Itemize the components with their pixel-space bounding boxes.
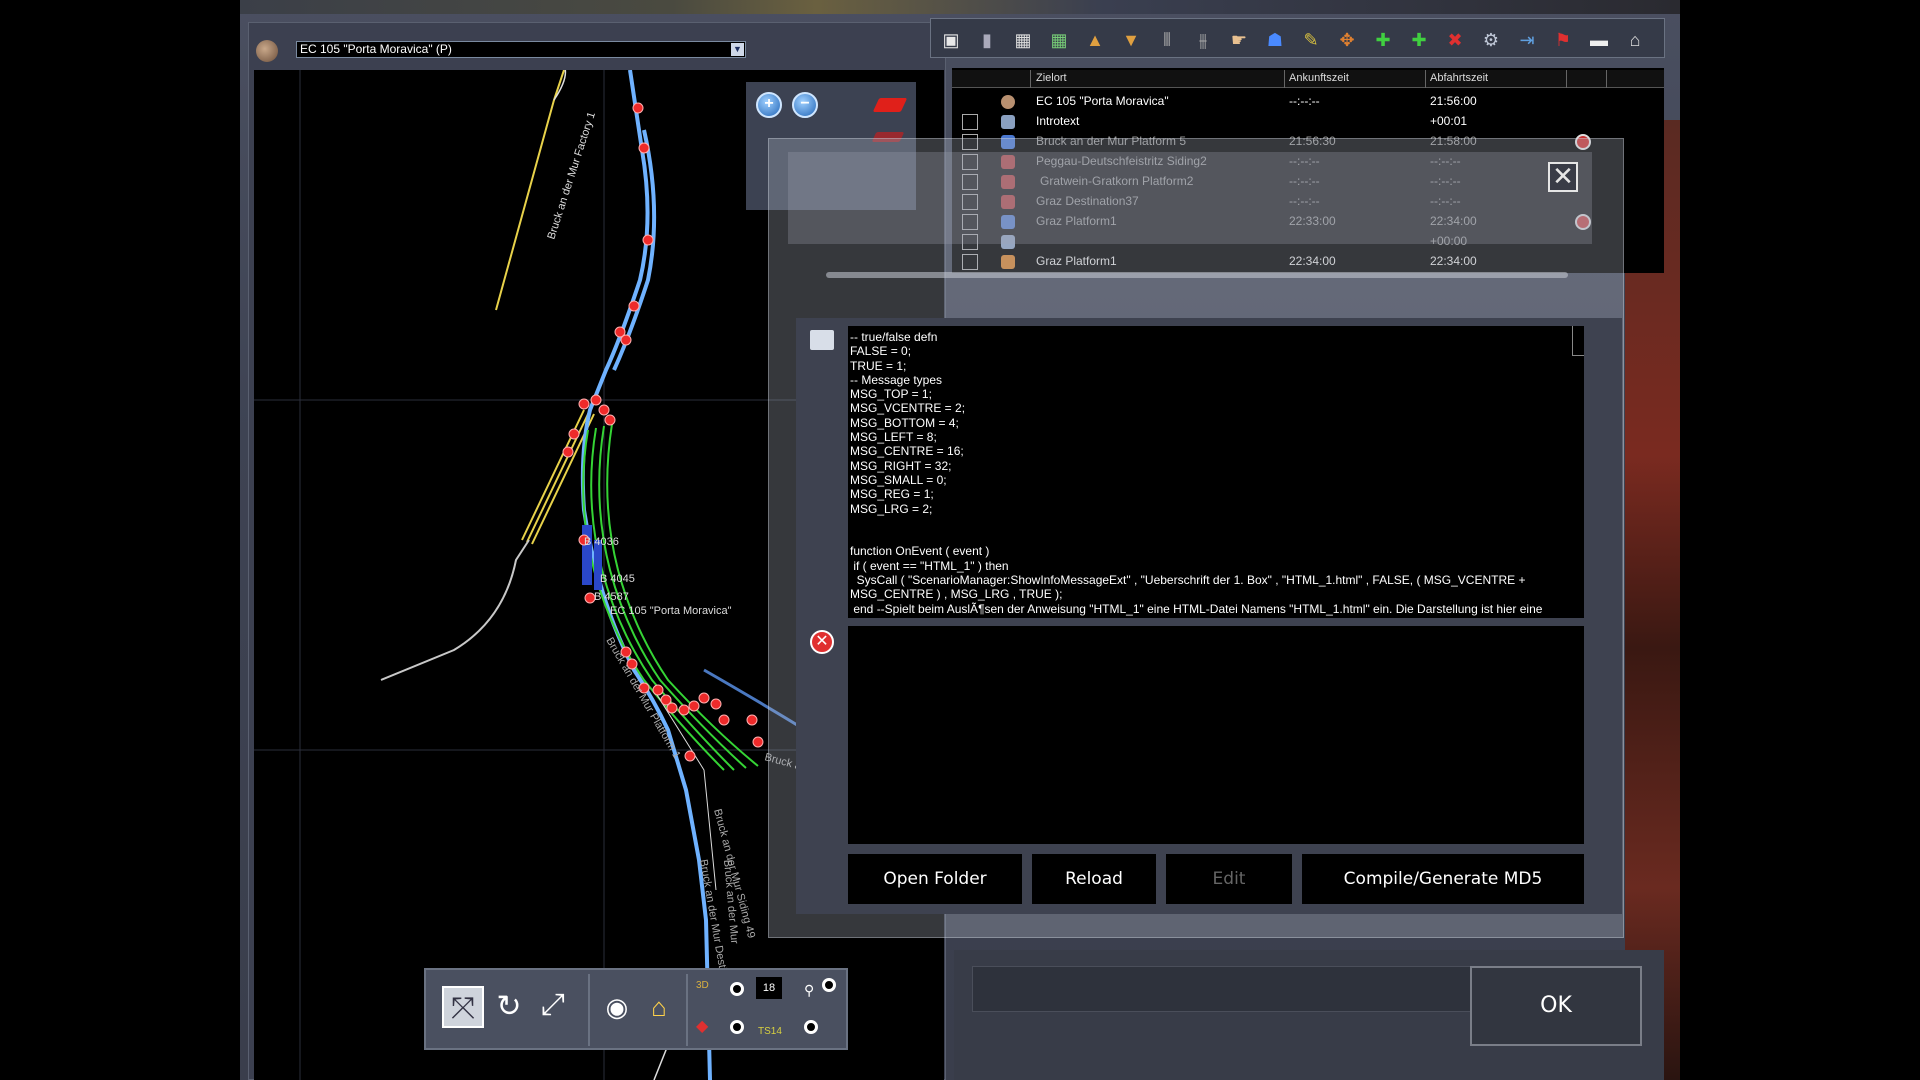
toolbar-divider: [588, 974, 590, 1046]
table-row[interactable]: EC 105 "Porta Moravica" --:--:-- 21:56:0…: [952, 92, 1664, 111]
train-icon[interactable]: ⌂: [1623, 28, 1647, 52]
open-folder-button[interactable]: Open Folder: [848, 854, 1022, 904]
add-icon[interactable]: ✚: [1407, 28, 1431, 52]
code-editor[interactable]: -- true/false defn FALSE = 0; TRUE = 1; …: [848, 326, 1584, 618]
header-destination[interactable]: Zielort: [1036, 72, 1067, 84]
ok-button[interactable]: OK: [1470, 966, 1642, 1046]
row-destination: EC 105 "Porta Moravica": [1036, 94, 1169, 108]
train-select[interactable]: EC 105 "Porta Moravica" (P) ▼: [296, 41, 746, 58]
save-icon[interactable]: ▣: [939, 28, 963, 52]
signal-icon: ◆: [696, 1018, 709, 1035]
editor-toolbar: ▣ ▮ ▦ ▦ ▲ ▼ ⫴ ⫵ ☛ ☗ ✎ ✥ ✚ ✚ ✖ ⚙ ⇥ ⚑ ▬ ⌂: [930, 18, 1665, 58]
map-label-train: EC 105 "Porta Moravica": [610, 605, 732, 617]
compile-button[interactable]: Compile/Generate MD5: [1302, 854, 1584, 904]
signals[interactable]: [562, 102, 764, 762]
radio-3d[interactable]: [730, 982, 744, 996]
timetable-scrollbar[interactable]: [826, 272, 1568, 278]
radio-other[interactable]: [804, 1020, 818, 1034]
hand-icon[interactable]: ☛: [1227, 28, 1251, 52]
header-divider: [1606, 70, 1607, 88]
background-right: [1680, 0, 1920, 1080]
header-divider: [1566, 70, 1567, 88]
toolbar-divider: [686, 974, 688, 1046]
lead-track: [380, 539, 530, 681]
header-divider: [1030, 70, 1031, 88]
header-divider: [1284, 70, 1285, 88]
globe-icon[interactable]: ◉: [596, 986, 638, 1028]
eraser-icon[interactable]: [872, 98, 908, 112]
fit-view-icon[interactable]: ⤧: [442, 986, 484, 1028]
add-destination-icon[interactable]: ✚: [1371, 28, 1395, 52]
zoom-out-icon[interactable]: −: [792, 92, 818, 118]
flag-icon[interactable]: ⚑: [1551, 28, 1575, 52]
background-left: [0, 0, 240, 1080]
train-selector-row: EC 105 "Porta Moravica" (P) ▼: [252, 36, 752, 66]
grid-icon[interactable]: ▦: [1011, 28, 1035, 52]
move-up-icon[interactable]: ▲: [1083, 28, 1107, 52]
rotate-icon[interactable]: ↻: [488, 986, 530, 1028]
trash-icon[interactable]: ▮: [975, 28, 999, 52]
ok-panel-inner: [972, 966, 1472, 1012]
resize-icon[interactable]: ⤢: [532, 984, 574, 1026]
move-down-icon[interactable]: ▼: [1119, 28, 1143, 52]
error-icon: ✕: [810, 630, 834, 654]
header-divider: [1425, 70, 1426, 88]
ts-label: TS14: [758, 1026, 782, 1037]
row-departure: +00:01: [1430, 114, 1468, 128]
map-label-b4045: B 4045: [600, 573, 635, 585]
row-destination: Introtext: [1036, 114, 1080, 128]
table-row[interactable]: Introtext +00:01: [952, 112, 1664, 131]
map-label-b4036: B 4036: [584, 536, 619, 548]
factory-track: [495, 70, 565, 311]
compile-output: [848, 626, 1584, 844]
script-icon: [1001, 115, 1015, 129]
map-label-b4587: B 4587: [594, 591, 629, 603]
row-departure: 21:56:00: [1430, 94, 1477, 108]
lock-icon: ⚲: [804, 982, 815, 998]
edit-button[interactable]: Edit: [1166, 854, 1292, 904]
chevron-down-icon[interactable]: ▼: [731, 43, 744, 56]
keyboard-icon[interactable]: ▬: [1587, 28, 1611, 52]
reload-button[interactable]: Reload: [1032, 854, 1156, 904]
map-toolbar: ⤧ ↻ ⤢ ◉ ⌂ 3D ◆ TS14 ⚲: [424, 968, 848, 1050]
merge-icon[interactable]: ⫵: [1191, 28, 1215, 52]
split-icon[interactable]: ⫴: [1155, 28, 1179, 52]
driver-icon: [1001, 95, 1015, 109]
dialog-header-area: [788, 152, 1592, 244]
map-label-factory: Bruck an der Mur Factory 1: [545, 110, 598, 240]
scene-strip: [240, 0, 1680, 14]
speed-value: 18: [756, 977, 782, 999]
grid-green-icon[interactable]: ▦: [1047, 28, 1071, 52]
header-departure[interactable]: Abfahrtszeit: [1430, 72, 1488, 84]
radio-lock[interactable]: [822, 978, 836, 992]
keyboard-icon[interactable]: [810, 330, 834, 350]
row-arrival: --:--:--: [1289, 94, 1320, 108]
export-icon[interactable]: ⇥: [1515, 28, 1539, 52]
couple-icon[interactable]: ✥: [1335, 28, 1359, 52]
code-scrollbar[interactable]: [1572, 326, 1584, 356]
instruction-icon[interactable]: ✎: [1299, 28, 1323, 52]
3d-label: 3D: [696, 980, 709, 991]
driver-icon: [256, 40, 278, 62]
close-icon[interactable]: ✕: [1548, 162, 1578, 192]
settings-icon[interactable]: ⚙: [1479, 28, 1503, 52]
row-checkbox[interactable]: [962, 114, 978, 130]
passenger-icon[interactable]: ☗: [1263, 28, 1287, 52]
zoom-in-icon[interactable]: +: [756, 92, 782, 118]
radio-signal[interactable]: [730, 1020, 744, 1034]
home-icon[interactable]: ⌂: [638, 986, 680, 1028]
header-arrival[interactable]: Ankunftszeit: [1289, 72, 1349, 84]
delete-icon[interactable]: ✖: [1443, 28, 1467, 52]
train-select-value: EC 105 "Porta Moravica" (P): [300, 42, 452, 56]
timetable-header: Zielort Ankunftszeit Abfahrtszeit: [952, 70, 1664, 88]
